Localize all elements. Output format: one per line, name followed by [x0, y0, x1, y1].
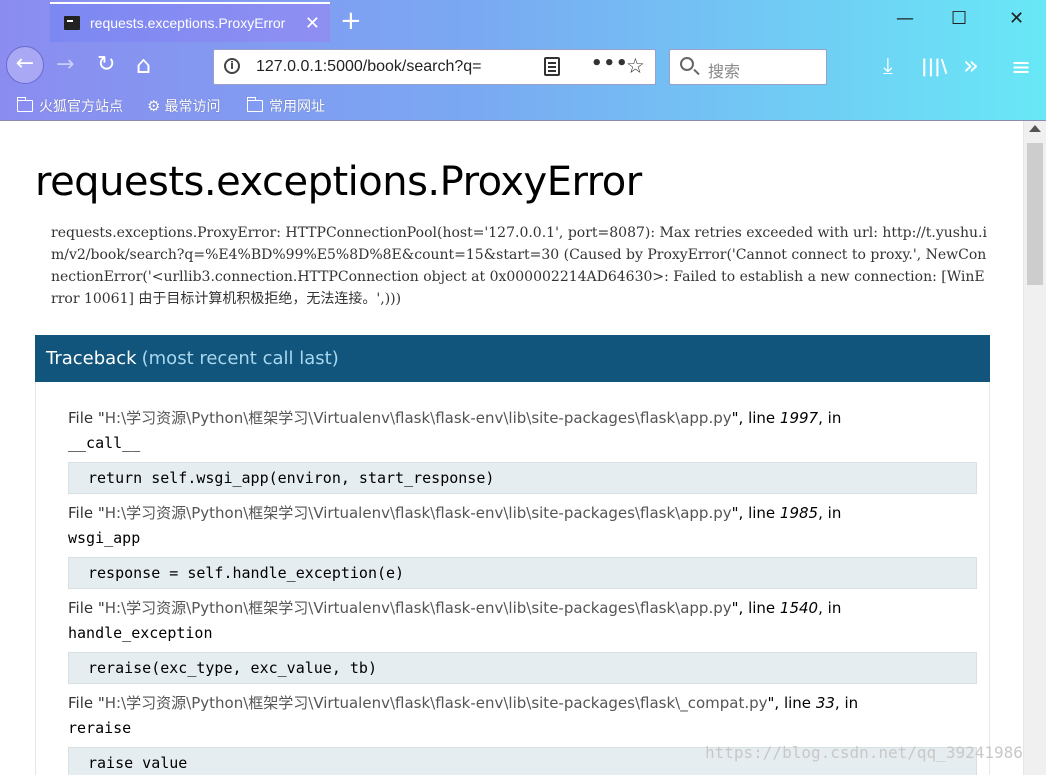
bookmark-item[interactable]: 常用网址: [247, 96, 325, 116]
browser-chrome: requests.exceptions.ProxyError ✕ + — ☐ ✕…: [0, 0, 1046, 121]
url-bar[interactable]: i 127.0.0.1:5000/book/search?q= ••• ☆: [213, 49, 656, 85]
reader-view-icon[interactable]: [544, 57, 560, 76]
close-tab-icon[interactable]: ✕: [305, 13, 320, 34]
reload-button[interactable]: ↻: [97, 53, 115, 77]
scroll-up-arrow-icon[interactable]: [1029, 125, 1041, 132]
traceback-subtitle: (most recent call last): [141, 348, 339, 369]
download-icon[interactable]: ⤓: [883, 55, 893, 79]
frame-path: H:\学习资源\Python\框架学习\Virtualenv\flask\fla…: [104, 694, 768, 712]
frame-lineno: 33: [815, 694, 835, 712]
forward-button[interactable]: →: [56, 53, 74, 77]
gear-icon: ⚙: [147, 97, 161, 115]
traceback-frame: File "H:\学习资源\Python\框架学习\Virtualenv\fla…: [68, 501, 977, 589]
tab-title: requests.exceptions.ProxyError: [90, 15, 286, 31]
terminal-icon: [64, 16, 80, 30]
frame-code[interactable]: response = self.handle_exception(e): [68, 557, 977, 589]
watermark: https://blog.csdn.net/qq_39241986: [705, 743, 1023, 762]
bookmark-star-icon[interactable]: ☆: [626, 54, 645, 78]
menu-icon[interactable]: ≡: [1011, 55, 1031, 79]
folder-icon: [247, 97, 263, 112]
bookmarks-toolbar: 火狐官方站点 ⚙ 最常访问 常用网址: [0, 92, 1046, 120]
traceback-frame: File "H:\学习资源\Python\框架学习\Virtualenv\fla…: [68, 691, 977, 775]
traceback-frame: File "H:\学习资源\Python\框架学习\Virtualenv\fla…: [68, 596, 977, 684]
new-tab-button[interactable]: +: [340, 6, 362, 36]
frame-function: reraise: [68, 719, 132, 737]
folder-icon: [17, 97, 33, 112]
url-text[interactable]: 127.0.0.1:5000/book/search?q=: [256, 58, 496, 76]
frame-function: __call__: [68, 434, 141, 452]
frame-lineno: 1985: [779, 504, 819, 522]
frame-location: File "H:\学习资源\Python\框架学习\Virtualenv\fla…: [68, 409, 842, 427]
frame-function: wsgi_app: [68, 529, 141, 547]
frame-path: H:\学习资源\Python\框架学习\Virtualenv\flask\fla…: [104, 599, 732, 617]
home-button[interactable]: ⌂: [136, 53, 151, 77]
frame-lineno: 1540: [779, 599, 819, 617]
frame-location: File "H:\学习资源\Python\框架学习\Virtualenv\fla…: [68, 504, 842, 522]
frame-path: H:\学习资源\Python\框架学习\Virtualenv\flask\fla…: [104, 504, 732, 522]
bookmark-item[interactable]: ⚙ 最常访问: [147, 96, 220, 116]
window-close-icon[interactable]: ✕: [1009, 8, 1024, 29]
page-actions-icon[interactable]: •••: [591, 53, 629, 74]
traceback-title: Traceback: [46, 348, 137, 369]
overflow-icon[interactable]: »: [963, 53, 979, 79]
frame-location: File "H:\学习资源\Python\框架学习\Virtualenv\fla…: [68, 599, 842, 617]
library-icon[interactable]: |||\: [921, 55, 947, 79]
back-button[interactable]: ←: [6, 46, 44, 84]
frame-code[interactable]: return self.wsgi_app(environ, start_resp…: [68, 462, 977, 494]
traceback-header[interactable]: Traceback (most recent call last): [35, 335, 990, 382]
traceback-frame: File "H:\学习资源\Python\框架学习\Virtualenv\fla…: [68, 406, 977, 494]
vertical-scrollbar[interactable]: [1023, 121, 1046, 775]
tab-active[interactable]: requests.exceptions.ProxyError ✕: [50, 2, 330, 42]
scrollbar-thumb[interactable]: [1027, 143, 1043, 285]
bookmark-item[interactable]: 火狐官方站点: [17, 96, 123, 116]
frame-lineno: 1997: [779, 409, 819, 427]
frame-path: H:\学习资源\Python\框架学习\Virtualenv\flask\fla…: [104, 409, 732, 427]
frame-location: File "H:\学习资源\Python\框架学习\Virtualenv\fla…: [68, 694, 859, 712]
search-input[interactable]: 搜索: [669, 49, 827, 85]
error-message: requests.exceptions.ProxyError: HTTPConn…: [51, 225, 987, 307]
search-icon: [680, 57, 694, 71]
frame-code[interactable]: reraise(exc_type, exc_value, tb): [68, 652, 977, 684]
page-content: requests.exceptions.ProxyError requests.…: [0, 121, 1023, 775]
minimize-icon[interactable]: —: [896, 8, 914, 29]
info-icon[interactable]: i: [224, 58, 240, 74]
maximize-icon[interactable]: ☐: [951, 8, 967, 29]
search-placeholder: 搜索: [708, 62, 741, 81]
page-title: requests.exceptions.ProxyError: [35, 159, 642, 205]
frame-function: handle_exception: [68, 624, 213, 642]
